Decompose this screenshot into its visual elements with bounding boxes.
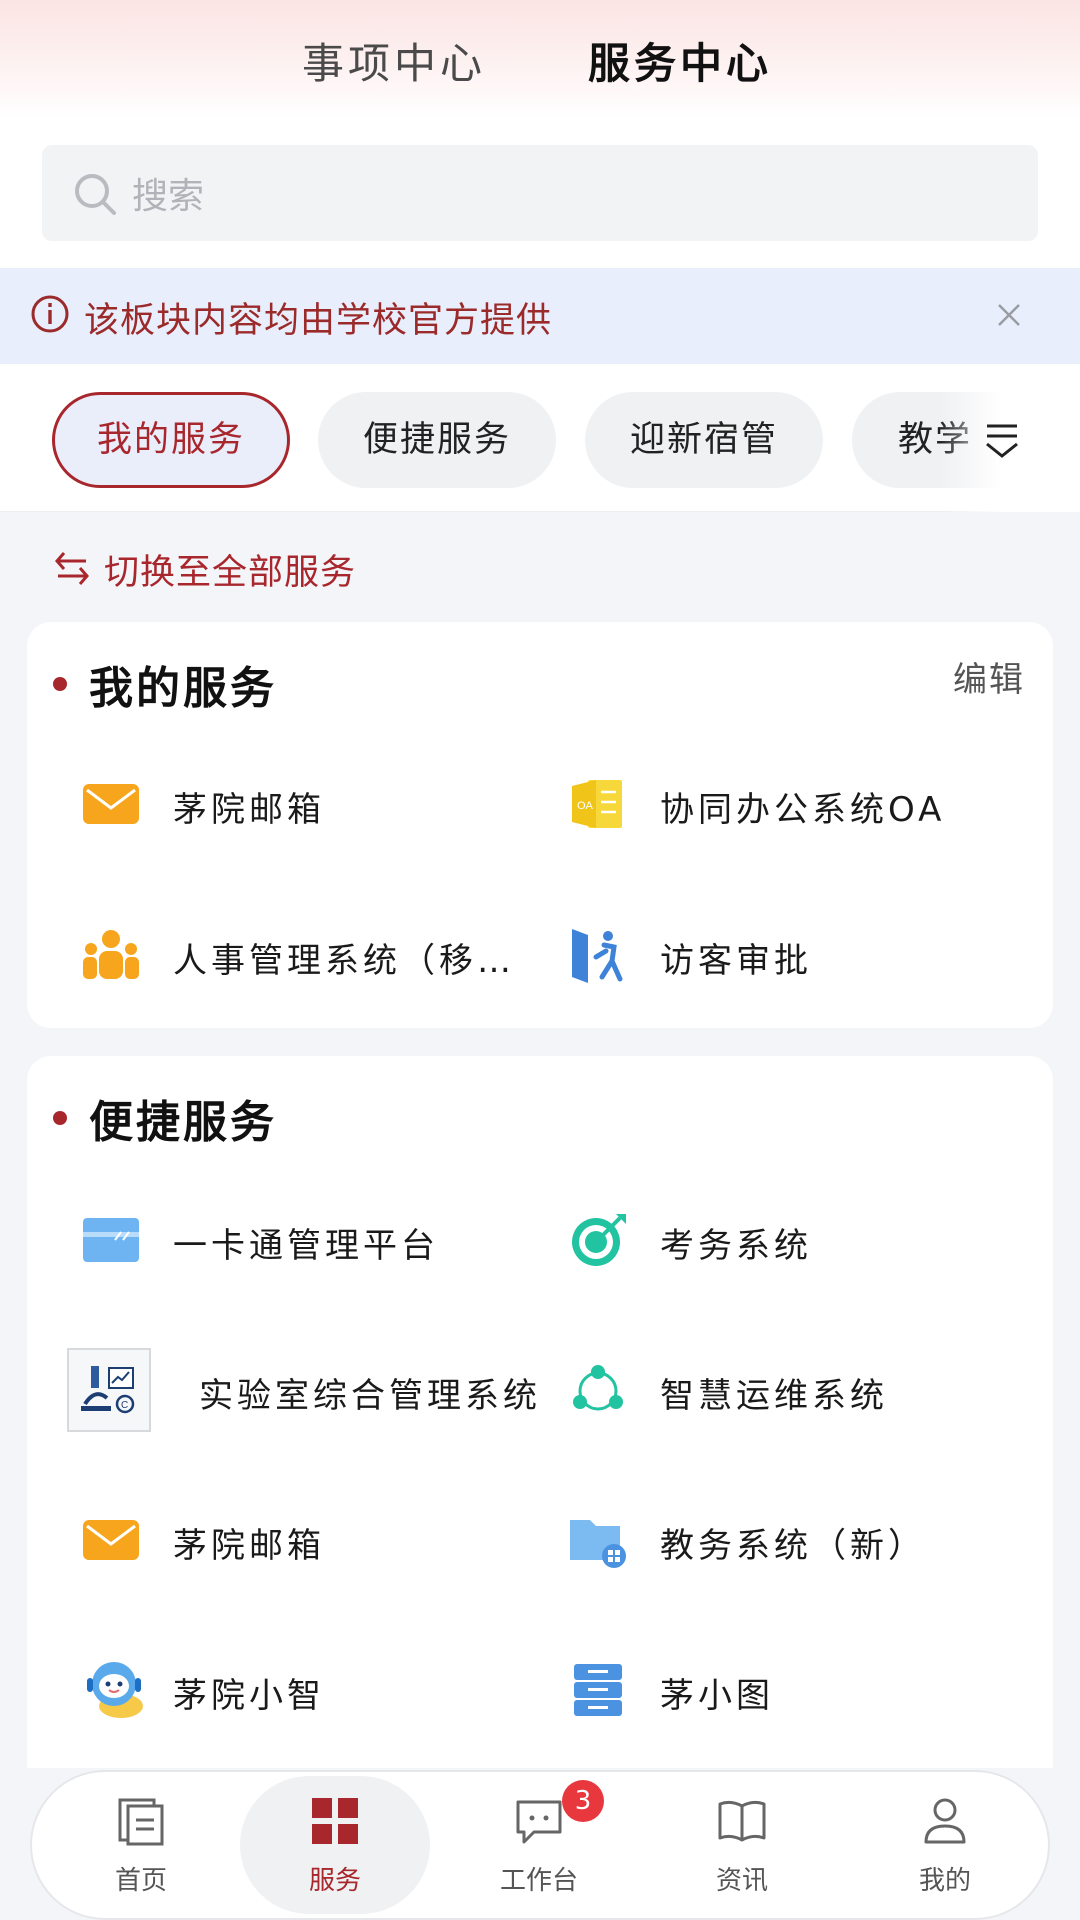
chat-icon <box>516 1800 562 1844</box>
mail-icon <box>83 1520 139 1560</box>
category-tab-quick-services[interactable]: 便捷服务 <box>318 392 556 488</box>
item-label: 访客审批 <box>660 941 812 981</box>
quick-services-card: 便捷服务 一卡通管理平台 考务系统 C 实验室综合管理系统 智慧运维系统 茅院邮… <box>27 1056 1053 1768</box>
tab-service-center[interactable]: 服务中心 <box>588 30 772 91</box>
title-dot <box>53 1111 67 1125</box>
service-item-visitor[interactable]: 访客审批 <box>568 905 1048 1005</box>
item-label: 茅院小智 <box>173 1676 325 1716</box>
person-icon <box>924 1798 966 1844</box>
item-label: 茅院邮箱 <box>173 790 325 830</box>
nav-mine[interactable]: 我的 <box>850 1772 1040 1918</box>
item-label: 茅院邮箱 <box>173 1526 325 1566</box>
robot-icon <box>87 1662 143 1718</box>
item-label: 一卡通管理平台 <box>173 1226 439 1266</box>
svg-text:OA: OA <box>577 800 594 812</box>
item-label: 协同办公系统OA <box>660 790 946 830</box>
switch-label: 切换至全部服务 <box>104 553 357 593</box>
card-title: 我的服务 <box>89 663 277 714</box>
nav-label: 我的 <box>918 1866 971 1896</box>
target-icon <box>572 1214 626 1266</box>
search-section: 搜索 <box>0 118 1080 268</box>
tab-matters-center[interactable]: 事项中心 <box>302 30 486 91</box>
mail-icon <box>83 784 139 824</box>
visitor-door-icon <box>572 929 623 983</box>
folder-icon <box>570 1520 626 1568</box>
item-label: 实验室综合管理系统 <box>199 1376 541 1416</box>
book-icon <box>718 1800 766 1842</box>
grid-icon <box>312 1798 358 1844</box>
nav-services[interactable]: 服务 <box>240 1772 430 1918</box>
notice-text: 该板块内容均由学校官方提供 <box>84 301 553 341</box>
card-icon <box>83 1218 139 1262</box>
service-item-ops[interactable]: 智慧运维系统 <box>568 1340 1048 1440</box>
header: 事项中心 服务中心 <box>0 0 1080 118</box>
notice-banner: 该板块内容均由学校官方提供 <box>0 268 1080 364</box>
search-input[interactable]: 搜索 <box>42 145 1038 241</box>
service-item-exam[interactable]: 考务系统 <box>568 1190 1048 1290</box>
nav-news[interactable]: 资讯 <box>647 1772 837 1918</box>
bottom-nav: 首页 服务 3 工作台 资讯 我的 <box>32 1772 1048 1918</box>
nav-label: 服务 <box>308 1866 361 1896</box>
service-item-mail-2[interactable]: 茅院邮箱 <box>81 1490 561 1590</box>
lab-icon: C <box>67 1348 151 1432</box>
service-item-assistant[interactable]: 茅院小智 <box>81 1640 561 1740</box>
item-label: 茅小图 <box>660 1676 774 1716</box>
filter-icon[interactable] <box>984 420 1020 460</box>
info-icon <box>31 295 69 333</box>
close-icon[interactable] <box>994 300 1024 330</box>
nav-workbench[interactable]: 3 工作台 <box>444 1772 634 1918</box>
service-item-mail[interactable]: 茅院邮箱 <box>81 754 561 854</box>
nav-home[interactable]: 首页 <box>46 1772 236 1918</box>
card-title: 便捷服务 <box>89 1097 277 1148</box>
my-services-card: 我的服务 编辑 茅院邮箱 OA 协同办公系统OA 人事管理系统（移… 访客审批 <box>27 622 1053 1028</box>
swap-icon <box>55 552 89 585</box>
nav-label: 工作台 <box>499 1866 578 1896</box>
server-icon <box>574 1664 622 1716</box>
title-dot <box>53 677 67 691</box>
home-icon <box>118 1798 164 1846</box>
nav-label: 首页 <box>114 1866 167 1896</box>
service-item-library[interactable]: 茅小图 <box>568 1640 1048 1740</box>
people-icon <box>83 930 139 979</box>
svg-text:C: C <box>121 1400 128 1411</box>
item-label: 人事管理系统（移… <box>173 941 515 981</box>
item-label: 智慧运维系统 <box>660 1376 888 1416</box>
service-item-campus-card[interactable]: 一卡通管理平台 <box>81 1190 561 1290</box>
service-item-oa[interactable]: OA 协同办公系统OA <box>568 754 1048 854</box>
category-tabs: 我的服务 便捷服务 迎新宿管 教学 <box>0 364 1080 512</box>
network-icon <box>573 1365 623 1411</box>
category-tab-freshman-dorm[interactable]: 迎新宿管 <box>585 392 823 488</box>
nav-label: 资讯 <box>715 1866 768 1896</box>
service-item-lab[interactable]: C 实验室综合管理系统 <box>67 1340 547 1440</box>
item-label: 教务系统（新） <box>660 1526 926 1566</box>
search-placeholder: 搜索 <box>132 176 205 217</box>
edit-button[interactable]: 编辑 <box>953 652 1025 701</box>
notification-badge: 3 <box>562 1780 604 1822</box>
service-item-academic[interactable]: 教务系统（新） <box>568 1490 1048 1590</box>
service-item-hr[interactable]: 人事管理系统（移… <box>81 905 561 1005</box>
oa-document-icon: OA <box>572 780 622 828</box>
search-icon <box>75 174 116 215</box>
item-label: 考务系统 <box>660 1226 812 1266</box>
category-tab-my-services[interactable]: 我的服务 <box>52 392 290 488</box>
